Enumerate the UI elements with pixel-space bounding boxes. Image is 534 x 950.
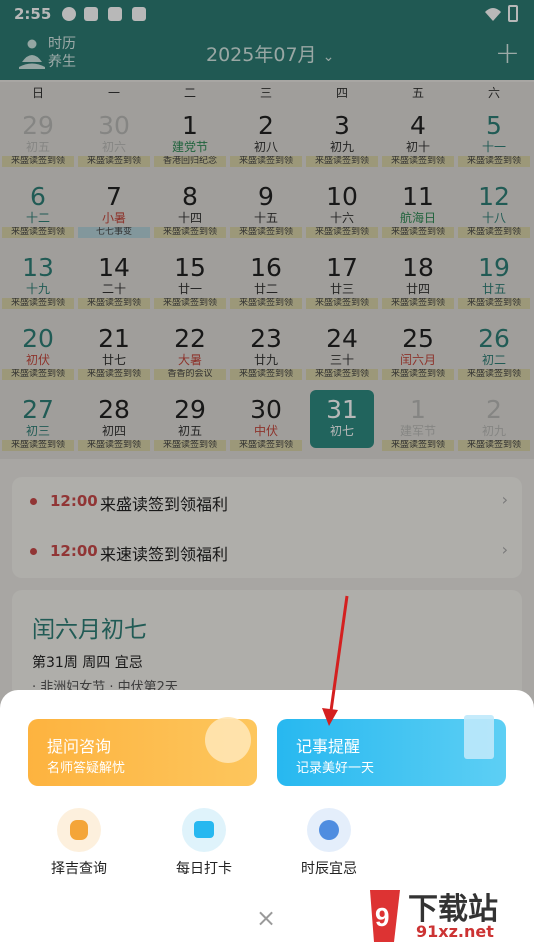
tool-daily-checkin[interactable]: 每日打卡: [159, 808, 249, 878]
svg-text:9: 9: [375, 902, 389, 932]
consult-card[interactable]: 提问咨询 名师答疑解忧: [28, 717, 257, 786]
watermark-logo-icon: 9: [370, 890, 400, 942]
yin-yang-icon: [205, 717, 251, 763]
lantern-icon: [57, 808, 101, 852]
camera-icon: [182, 808, 226, 852]
scroll-icon: [464, 715, 494, 759]
consult-title: 提问咨询: [47, 737, 112, 756]
tool-label: 时辰宜忌: [301, 861, 357, 877]
tool-label: 每日打卡: [176, 861, 232, 877]
watermark: 9 下载站 91xz.net: [364, 880, 534, 950]
watermark-url: 91xz.net: [416, 922, 494, 941]
note-reminder-card[interactable]: 记事提醒 记录美好一天: [277, 715, 506, 786]
tool-label: 择吉查询: [51, 861, 107, 877]
tool-auspicious-query[interactable]: 择吉查询: [34, 808, 124, 878]
consult-subtitle: 名师答疑解忧: [47, 761, 126, 776]
tool-hour-fortune[interactable]: 时辰宜忌: [284, 808, 374, 878]
close-icon[interactable]: ×: [256, 904, 276, 932]
note-subtitle: 记录美好一天: [296, 761, 375, 776]
compass-icon: [307, 808, 351, 852]
note-title: 记事提醒: [296, 737, 361, 756]
